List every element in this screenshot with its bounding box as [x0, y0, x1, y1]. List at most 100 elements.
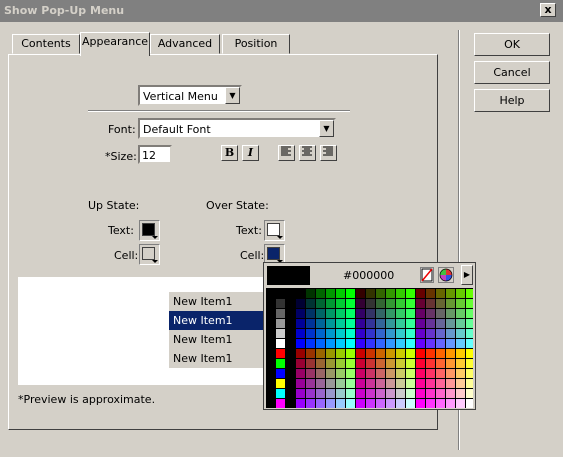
size-input[interactable]: 12 [138, 145, 172, 164]
font-select[interactable]: Default Font ▼ [138, 118, 336, 139]
system-color-picker-button[interactable] [438, 267, 454, 283]
color-swatch [336, 289, 345, 298]
color-swatch [466, 309, 473, 318]
italic-button[interactable]: I [242, 145, 259, 161]
up-cell-color-swatch[interactable] [139, 244, 160, 265]
color-swatch [326, 359, 335, 368]
preview-menu-item-selected: New Item1 [169, 311, 269, 330]
color-swatch [356, 389, 365, 398]
color-swatch [366, 299, 375, 308]
color-swatch [346, 309, 355, 318]
color-swatch [336, 299, 345, 308]
color-swatch [336, 399, 345, 408]
color-swatch [456, 289, 465, 298]
color-swatch [406, 349, 415, 358]
color-swatch [296, 349, 305, 358]
color-swatch [386, 379, 395, 388]
color-swatch [406, 339, 415, 348]
color-swatch [336, 309, 345, 318]
color-swatch [466, 389, 473, 398]
color-swatch [306, 399, 315, 408]
color-swatch [356, 309, 365, 318]
color-picker-popup: #000000 ▶ [263, 262, 476, 410]
color-swatch [346, 369, 355, 378]
color-swatch [426, 369, 435, 378]
align-left-icon [281, 146, 291, 156]
menu-type-value: Vertical Menu [143, 90, 218, 103]
color-swatch [326, 289, 335, 298]
color-swatch [306, 329, 315, 338]
align-left-button[interactable] [278, 145, 295, 161]
ok-button[interactable]: OK [474, 33, 550, 56]
color-swatch [356, 339, 365, 348]
color-swatch [456, 309, 465, 318]
over-cell-label: Cell: [240, 249, 265, 262]
chevron-down-icon[interactable]: ▼ [225, 87, 240, 104]
tab-position[interactable]: Position [222, 34, 290, 54]
color-swatch [446, 289, 455, 298]
color-swatch [416, 349, 425, 358]
close-button[interactable]: x [540, 3, 556, 17]
color-swatch [466, 379, 473, 388]
color-swatch [416, 389, 425, 398]
color-picker-header: #000000 ▶ [266, 265, 473, 286]
color-swatch [416, 319, 425, 328]
color-swatch [356, 289, 365, 298]
picker-menu-arrow-icon[interactable]: ▶ [461, 265, 473, 285]
color-swatch [366, 399, 375, 408]
color-swatch [406, 379, 415, 388]
color-swatch [346, 359, 355, 368]
color-swatch [326, 349, 335, 358]
color-swatch [336, 379, 345, 388]
color-swatch [436, 349, 445, 358]
align-center-button[interactable] [299, 145, 316, 161]
color-swatch [296, 369, 305, 378]
tab-contents[interactable]: Contents [12, 34, 80, 54]
color-swatch [426, 329, 435, 338]
color-swatch [326, 309, 335, 318]
color-swatch [386, 339, 395, 348]
color-swatch [366, 289, 375, 298]
color-swatch [296, 339, 305, 348]
color-swatch [356, 299, 365, 308]
color-swatch [376, 289, 385, 298]
color-swatch [386, 369, 395, 378]
cancel-button[interactable]: Cancel [474, 61, 550, 84]
preview-menu-item: New Item1 [169, 330, 269, 349]
color-swatch [466, 359, 473, 368]
over-text-color-swatch[interactable] [264, 220, 285, 241]
color-swatch [296, 329, 305, 338]
color-swatch [446, 349, 455, 358]
color-swatch [416, 359, 425, 368]
color-swatch [356, 359, 365, 368]
color-swatch [466, 349, 473, 358]
font-value: Default Font [143, 123, 211, 136]
color-swatch [356, 329, 365, 338]
color-swatch [356, 319, 365, 328]
color-swatch [366, 349, 375, 358]
color-swatch [466, 329, 473, 338]
tab-appearance[interactable]: Appearance [80, 32, 150, 56]
color-swatch [386, 399, 395, 408]
chevron-down-icon[interactable]: ▼ [319, 120, 334, 137]
color-swatch [316, 369, 325, 378]
color-swatch [276, 399, 285, 408]
color-swatch-grid[interactable] [266, 288, 473, 408]
color-swatch [306, 349, 315, 358]
color-swatch [346, 349, 355, 358]
help-button[interactable]: Help [474, 89, 550, 112]
color-swatch [316, 349, 325, 358]
color-swatch [376, 369, 385, 378]
align-right-button[interactable] [320, 145, 337, 161]
color-swatch [306, 359, 315, 368]
up-text-color-swatch[interactable] [139, 220, 160, 241]
color-swatch [306, 369, 315, 378]
color-swatch [426, 379, 435, 388]
tab-advanced[interactable]: Advanced [150, 34, 220, 54]
up-state-label: Up State: [88, 199, 140, 212]
no-color-button[interactable] [420, 267, 434, 283]
bold-button[interactable]: B [221, 145, 238, 161]
color-swatch [416, 379, 425, 388]
menu-type-select[interactable]: Vertical Menu ▼ [138, 85, 242, 106]
dropdown-arrow-icon [277, 236, 283, 239]
